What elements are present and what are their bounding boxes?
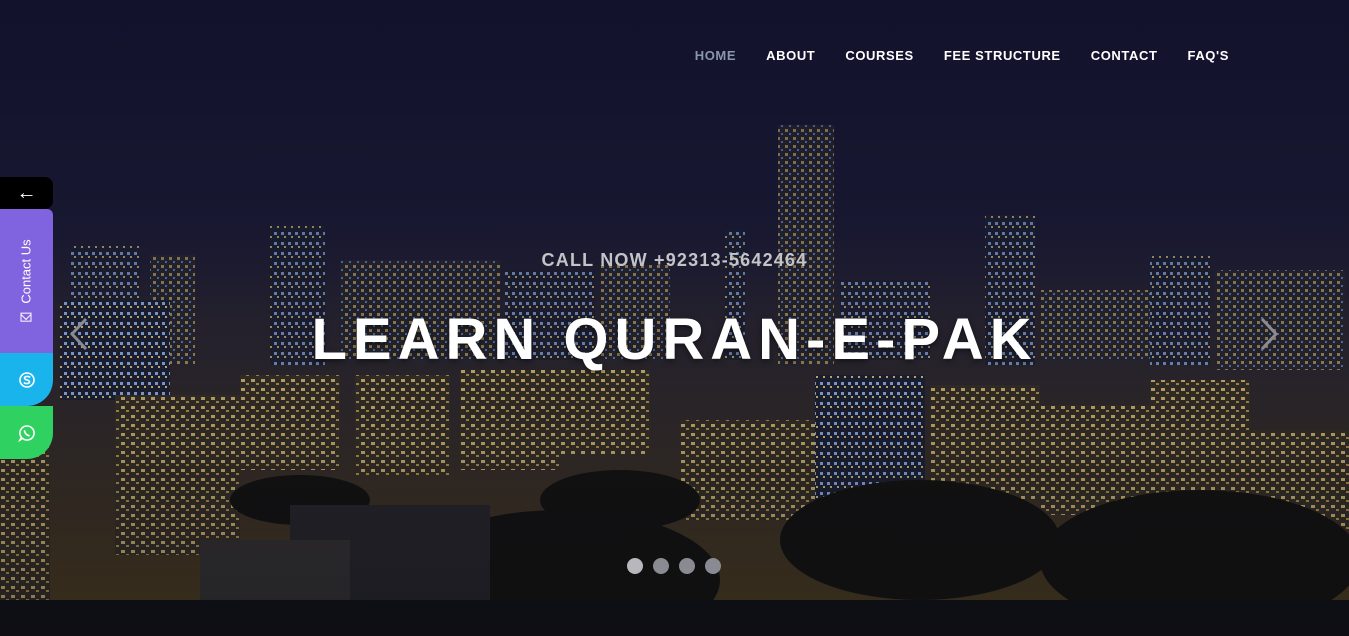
nav-courses[interactable]: COURSES [845,48,914,63]
skype-button[interactable] [0,353,53,406]
contact-us-label: Contact Us [18,239,34,304]
mail-icon [20,312,32,322]
contact-us-tab[interactable]: Contact Us [0,209,53,353]
slider-prev-button[interactable] [66,316,92,352]
slider-dot-4[interactable] [705,558,721,574]
slider-pagination [627,558,721,574]
slider-dot-1[interactable] [627,558,643,574]
nav-home[interactable]: HOME [695,48,736,63]
whatsapp-icon [17,424,35,442]
hero-slider: HOME ABOUT COURSES FEE STRUCTURE CONTACT… [0,0,1349,636]
nav-fee-structure[interactable]: FEE STRUCTURE [944,48,1061,63]
chevron-right-icon [1260,317,1279,351]
arrow-left-icon: ← [16,181,37,204]
chevron-left-icon [69,317,88,351]
hero-headline: LEARN QURAN-E-PAK [311,307,1038,372]
nav-contact[interactable]: CONTACT [1091,48,1158,63]
skype-icon [18,371,35,388]
nav-faqs[interactable]: FAQ'S [1188,48,1230,63]
contact-widget-toggle[interactable]: ← [0,177,53,209]
main-navigation: HOME ABOUT COURSES FEE STRUCTURE CONTACT… [695,48,1229,63]
nav-about[interactable]: ABOUT [766,48,815,63]
call-now-text: CALL NOW +92313-5642464 [541,250,808,270]
slider-next-button[interactable] [1256,316,1282,352]
slider-dot-3[interactable] [679,558,695,574]
whatsapp-button[interactable] [0,406,53,459]
slider-dot-2[interactable] [653,558,669,574]
